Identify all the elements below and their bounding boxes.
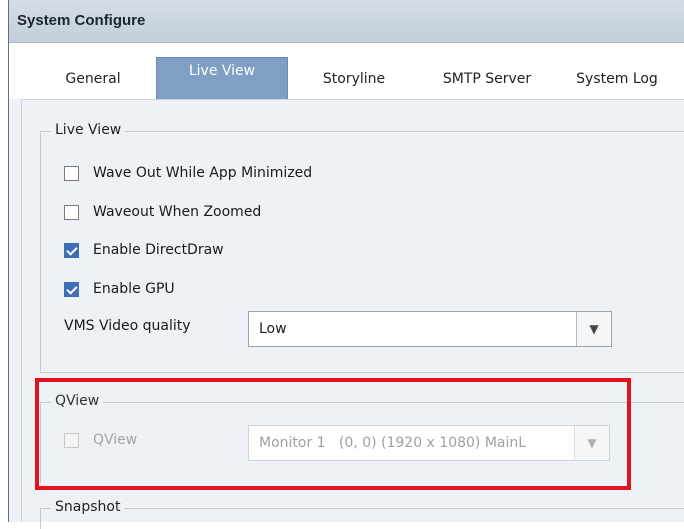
- enable-gpu-checkbox[interactable]: [64, 281, 79, 297]
- live-view-group-title: Live View: [51, 122, 126, 138]
- option-enable-directdraw[interactable]: Enable DirectDraw: [64, 239, 224, 261]
- option-wave-out-minimized[interactable]: Wave Out While App Minimized: [64, 162, 312, 184]
- vms-video-quality-dropdown-icon[interactable]: ▼: [576, 312, 611, 346]
- tab-storyline[interactable]: Storyline: [301, 59, 407, 99]
- tab-system-log[interactable]: System Log: [561, 59, 673, 99]
- enable-directdraw-checkbox[interactable]: [64, 242, 79, 258]
- title-bar: System Configure: [9, 0, 684, 43]
- vms-video-quality-select[interactable]: Low ▼: [248, 311, 612, 347]
- window-title: System Configure: [17, 12, 146, 29]
- tab-strip: General Live View Storyline SMTP Server …: [9, 43, 684, 100]
- option-waveout-zoomed[interactable]: Waveout When Zoomed: [64, 201, 261, 223]
- enable-gpu-label: Enable GPU: [93, 281, 175, 297]
- qview-highlight-box: [35, 378, 631, 490]
- tab-live-view[interactable]: Live View: [156, 57, 288, 100]
- snapshot-group-title: Snapshot: [51, 499, 125, 515]
- tab-general[interactable]: General: [41, 59, 145, 99]
- vms-video-quality-value: Low: [259, 321, 287, 337]
- option-enable-gpu[interactable]: Enable GPU: [64, 278, 175, 300]
- waveout-zoomed-label: Waveout When Zoomed: [93, 204, 262, 220]
- waveout-zoomed-checkbox[interactable]: [64, 204, 79, 220]
- snapshot-group: Snapshot: [40, 499, 684, 529]
- wave-out-minimized-checkbox[interactable]: [64, 165, 79, 181]
- enable-directdraw-label: Enable DirectDraw: [93, 242, 224, 258]
- tab-smtp-server[interactable]: SMTP Server: [426, 59, 548, 99]
- vms-video-quality-label: VMS Video quality: [64, 318, 191, 334]
- wave-out-minimized-label: Wave Out While App Minimized: [93, 165, 313, 181]
